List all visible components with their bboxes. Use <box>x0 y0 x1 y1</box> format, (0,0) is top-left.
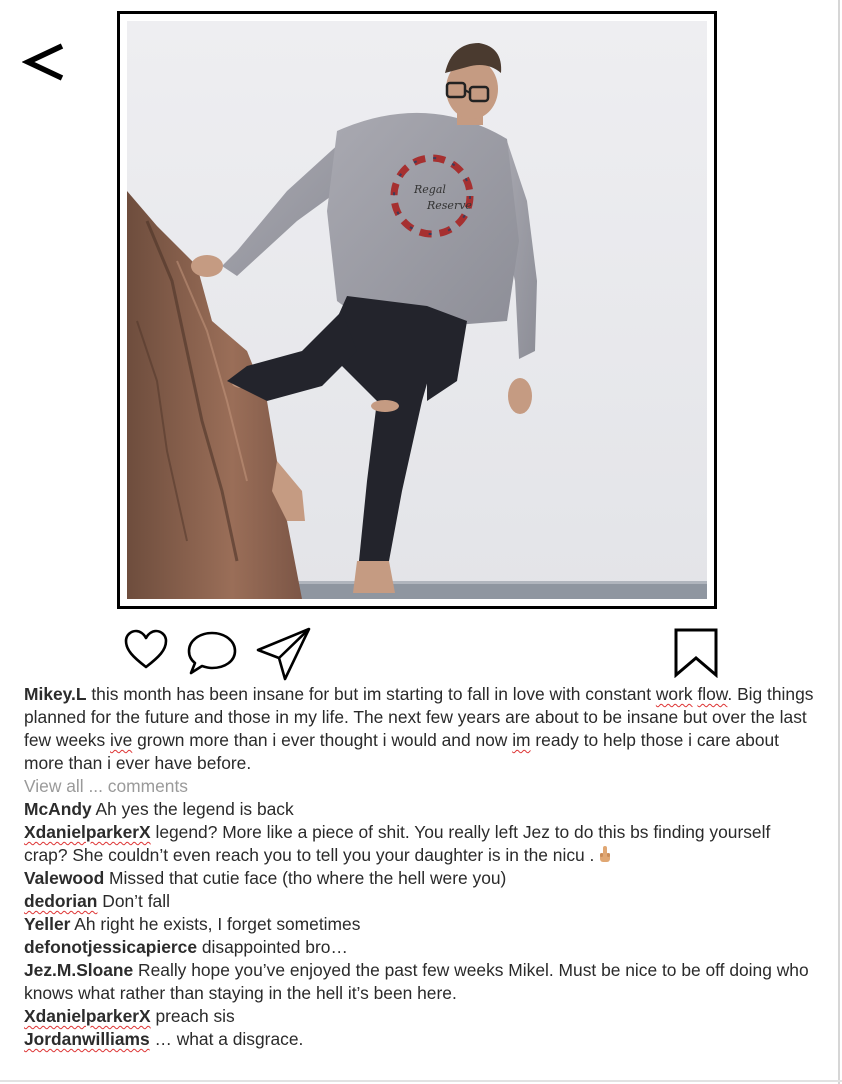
comment-button[interactable] <box>185 629 239 677</box>
post-photo: Regal Reserve <box>127 21 707 599</box>
sweater-print: Reserve <box>426 199 472 212</box>
comment-username[interactable]: Yeller <box>24 914 70 934</box>
comment: XdanielparkerX preach sis <box>24 1006 235 1026</box>
chevron-left-icon <box>22 43 64 81</box>
like-button[interactable] <box>123 629 169 671</box>
caption-and-comments: Mikey.L this month has been insane for b… <box>24 683 814 1051</box>
page-edge <box>838 0 840 1084</box>
sweater-print: Regal <box>413 183 446 196</box>
comment-username[interactable]: Jordanwilliams <box>24 1029 150 1049</box>
comment: Jordanwilliams … what a disgrace. <box>24 1029 304 1049</box>
comment-username[interactable]: McAndy <box>24 799 92 819</box>
middle-finger-emoji <box>600 846 611 862</box>
climber-photo: Regal Reserve <box>127 21 707 599</box>
caption-username[interactable]: Mikey.L <box>24 684 87 704</box>
comment-username[interactable]: Jez.M.Sloane <box>24 960 133 980</box>
comment: Jez.M.Sloane Really hope you’ve enjoyed … <box>24 960 809 1003</box>
comment: XdanielparkerX legend? More like a piece… <box>24 822 771 865</box>
share-button[interactable] <box>255 626 313 682</box>
heart-icon <box>124 629 168 669</box>
comment-bubble-icon <box>187 631 237 675</box>
view-all-comments-link[interactable]: View all ... comments <box>24 775 814 798</box>
post-frame: Regal Reserve <box>117 11 717 609</box>
bookmark-icon <box>674 628 718 678</box>
comment: McAndy Ah yes the legend is back <box>24 799 294 819</box>
comment-username[interactable]: dedorian <box>24 891 97 911</box>
comment: Yeller Ah right he exists, I forget some… <box>24 914 361 934</box>
page-edge-bottom <box>0 1080 842 1082</box>
back-button[interactable] <box>22 36 70 88</box>
comment-username[interactable]: XdanielparkerX <box>24 822 151 842</box>
save-button[interactable] <box>673 628 719 678</box>
post-caption: Mikey.L this month has been insane for b… <box>24 684 814 773</box>
paper-plane-icon <box>256 627 311 681</box>
comment: Valewood Missed that cutie face (tho whe… <box>24 868 507 888</box>
comment: dedorian Don’t fall <box>24 891 170 911</box>
comment: defonotjessicapierce disappointed bro… <box>24 937 348 957</box>
comment-username[interactable]: defonotjessicapierce <box>24 937 197 957</box>
comment-username[interactable]: XdanielparkerX <box>24 1006 151 1026</box>
comment-username[interactable]: Valewood <box>24 868 104 888</box>
